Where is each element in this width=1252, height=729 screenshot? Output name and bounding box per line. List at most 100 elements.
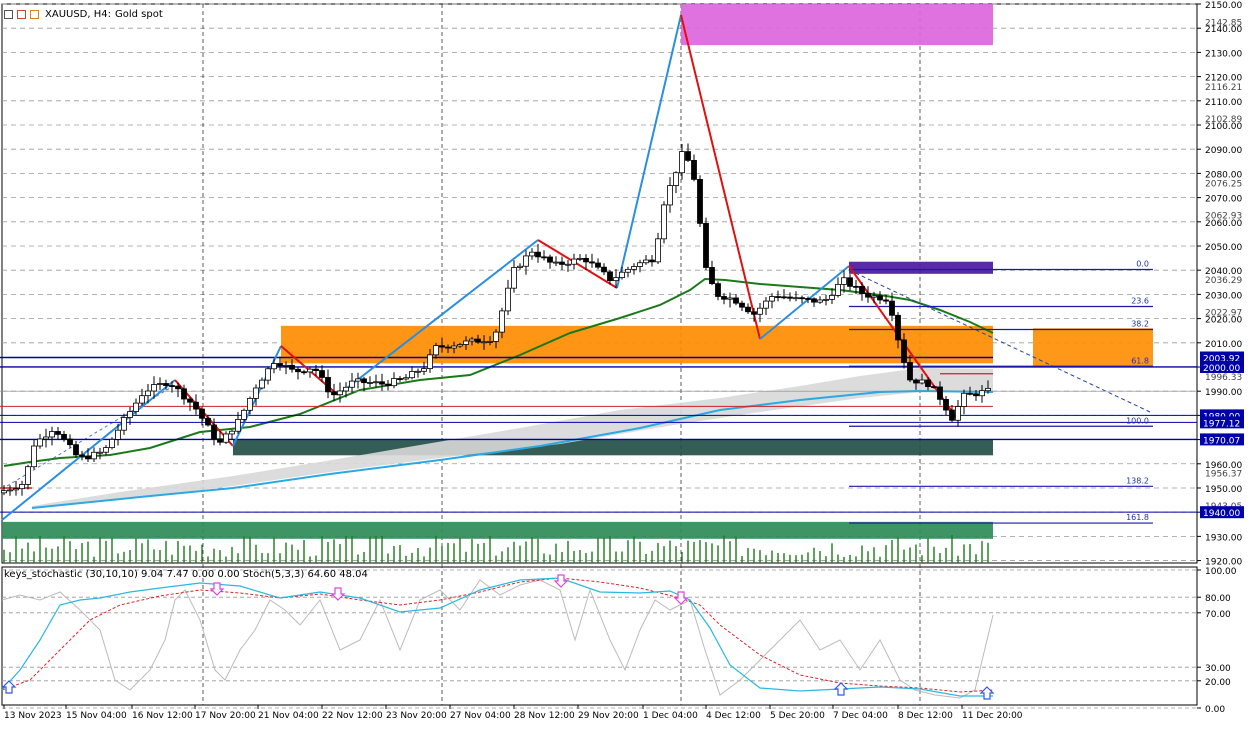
candle-body: [295, 368, 301, 373]
signal-up-arrow: [1, 680, 17, 694]
symbol-label: XAUUSD, H4:: [45, 8, 111, 20]
time-tick-label: 22 Nov 12:00: [322, 711, 383, 721]
candle-body: [835, 283, 841, 296]
stoch-signal-line: [1, 577, 994, 693]
time-tick-label: 7 Dec 04:00: [833, 711, 888, 721]
zone-dark-green: [233, 439, 993, 456]
price-tick-label: 2070.00: [1205, 195, 1242, 205]
candle-body: [73, 444, 79, 456]
candle-body: [511, 267, 517, 289]
chart-type-icon[interactable]: [17, 9, 26, 19]
candle-body: [631, 266, 637, 270]
candle-body: [925, 379, 931, 387]
candle-body: [949, 409, 955, 421]
candle-body: [247, 397, 253, 411]
candle-body: [613, 277, 619, 282]
price-tick-label: 1930.00: [1205, 533, 1242, 543]
candle-body: [223, 433, 229, 443]
candle-body: [55, 431, 61, 435]
candle: [31, 439, 37, 470]
price-chart-svg[interactable]: 0.023.638.261.8100.0138.2161.81920.00193…: [0, 0, 1252, 725]
candle-body: [319, 370, 325, 378]
candle: [505, 279, 511, 316]
candle-body: [127, 411, 133, 418]
fib-label: 100.0: [1126, 416, 1149, 425]
time-tick-label: 4 Dec 12:00: [706, 711, 761, 721]
price-tag-label: 1940.00: [1203, 509, 1240, 519]
candle: [421, 361, 427, 375]
price-tick-label: 2050.00: [1205, 243, 1242, 253]
candle-body: [667, 185, 673, 206]
fib-label: 0.0: [1136, 259, 1149, 268]
candle-body: [1, 490, 7, 494]
indicator-header: keys_stochastic (30,10,10) 9.04 7.47 0.0…: [4, 569, 368, 580]
candle: [247, 396, 253, 415]
candle: [727, 292, 733, 308]
time-tick-label: 17 Nov 20:00: [195, 711, 256, 721]
candle-body: [43, 436, 49, 440]
candle-body: [757, 307, 763, 315]
candle-body: [67, 438, 73, 446]
candle-body: [79, 454, 85, 457]
candle: [547, 254, 553, 269]
indicator-list-icon[interactable]: [30, 9, 39, 19]
candle-body: [31, 445, 37, 468]
candle: [817, 296, 823, 304]
candle: [97, 447, 103, 460]
zone-purple: [849, 261, 993, 274]
candle-body: [103, 447, 109, 453]
candle: [367, 376, 373, 387]
time-tick-label: 8 Dec 12:00: [898, 711, 953, 721]
candle: [673, 171, 679, 194]
candle: [73, 440, 79, 458]
candle-body: [769, 296, 775, 302]
candle: [49, 426, 55, 446]
candle: [511, 260, 517, 293]
candle-body: [259, 379, 265, 389]
candle-body: [517, 265, 523, 268]
candle: [79, 450, 85, 461]
candle-body: [13, 488, 19, 491]
candle: [517, 263, 523, 270]
time-tick-label: 1 Dec 04:00: [643, 711, 698, 721]
candle-body: [235, 419, 241, 432]
time-tick-label: 28 Nov 12:00: [514, 711, 575, 721]
candle-body: [637, 262, 643, 267]
candle-body: [415, 370, 421, 373]
candle-body: [655, 238, 661, 263]
candle-body: [481, 341, 487, 344]
candle-body: [739, 302, 745, 308]
candle-body: [133, 402, 139, 412]
candle-body: [409, 371, 415, 379]
candle-body: [385, 383, 391, 387]
candle-body: [571, 258, 577, 265]
candle-body: [601, 266, 607, 273]
candle-body: [763, 300, 769, 309]
candle-body: [937, 386, 943, 400]
price-special-label: 2036.29: [1205, 276, 1242, 286]
candle-body: [421, 368, 427, 372]
stoch-tick-label: 20.00: [1205, 678, 1231, 688]
candle-body: [61, 433, 67, 440]
price-special-label: 2116.21: [1205, 83, 1242, 93]
candle: [835, 277, 841, 298]
price-tick-label: 1950.00: [1205, 485, 1242, 495]
candle-body: [343, 386, 349, 392]
candle-body: [817, 299, 823, 303]
price-special-label: 2142.85: [1205, 18, 1242, 28]
candle: [685, 143, 691, 162]
candle: [325, 369, 331, 399]
candle-body: [163, 383, 169, 386]
candle: [385, 379, 391, 391]
candle-body: [331, 391, 337, 396]
candle-body: [253, 387, 259, 399]
window-icon[interactable]: [4, 9, 13, 19]
candle-body: [151, 384, 157, 392]
candle-body: [859, 286, 865, 294]
candle-body: [961, 392, 967, 407]
chart-root[interactable]: 0.0 23.6 38.2 61.8 100.0 138.2 161.8 1920.00 193…: [0, 0, 1252, 725]
candle-body: [499, 310, 505, 333]
candle-body: [451, 345, 457, 349]
candle: [769, 293, 775, 309]
candle-body: [715, 283, 721, 297]
